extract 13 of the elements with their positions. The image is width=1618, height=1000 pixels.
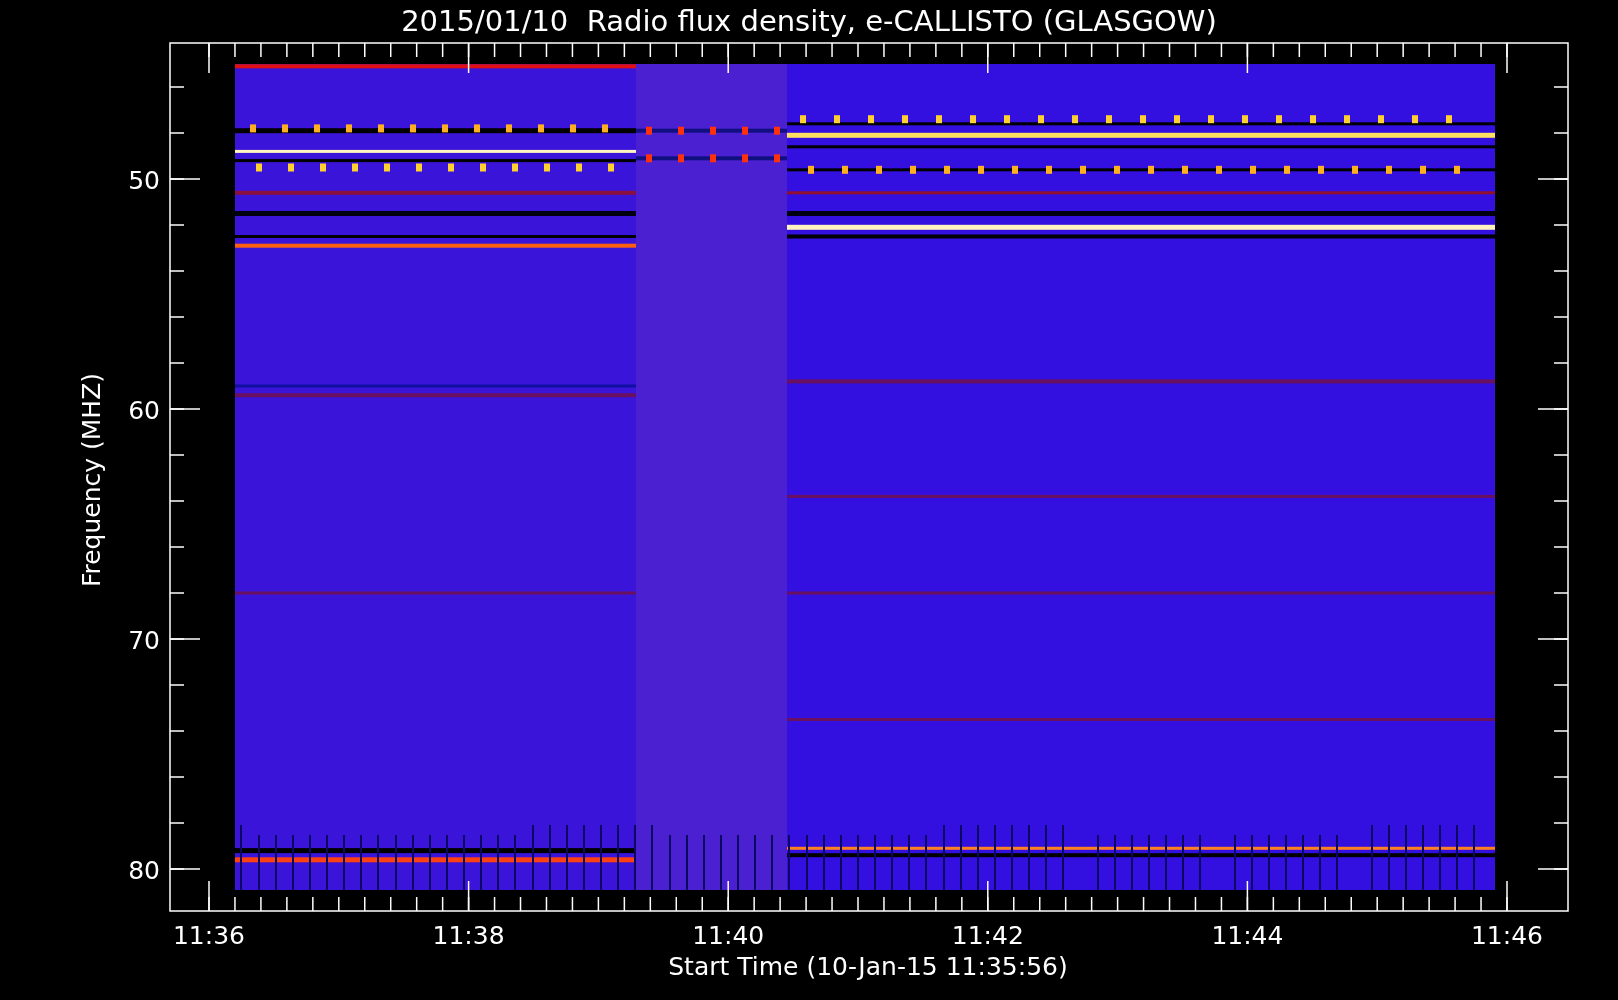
x-axis-label: Start Time (10-Jan-15 11:35:56)	[668, 952, 1068, 981]
y-tick-label: 50	[128, 166, 160, 195]
y-tick-label: 70	[128, 626, 160, 655]
y-axis-label: Frequency (MHZ)	[77, 372, 106, 588]
x-tick-label: 11:38	[432, 921, 505, 950]
x-tick-label: 11:44	[1211, 921, 1284, 950]
y-tick-label: 60	[128, 396, 160, 425]
plot-title: 2015/01/10 Radio flux density, e-CALLISTO (GLASGOW)	[401, 4, 1217, 38]
x-tick-label: 11:46	[1471, 921, 1543, 950]
x-tick-label: 11:36	[173, 921, 245, 950]
x-tick-label: 11:40	[692, 921, 765, 950]
x-tick-label: 11:42	[951, 921, 1024, 950]
y-tick-label: 80	[128, 856, 160, 885]
